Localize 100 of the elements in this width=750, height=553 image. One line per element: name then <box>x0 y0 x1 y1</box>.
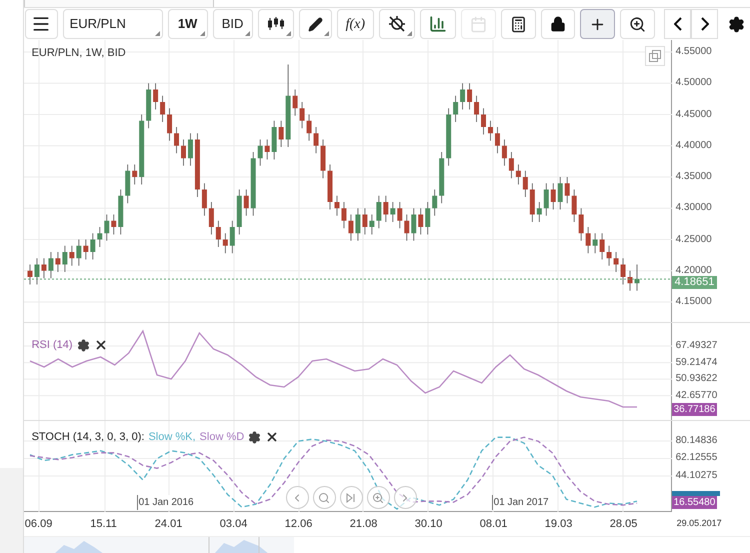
axis-label: 59.21474 <box>674 356 718 369</box>
candlestick <box>390 202 395 222</box>
candlestick <box>522 170 528 198</box>
tool-button[interactable] <box>620 9 655 39</box>
navigator-button[interactable] <box>312 486 336 509</box>
candlestick <box>76 239 81 266</box>
candlestick <box>166 108 172 142</box>
menu-corner-icon <box>407 31 412 36</box>
zoom-icon <box>629 16 646 32</box>
candlestick <box>592 232 598 254</box>
candlestick <box>82 239 88 260</box>
axis-label: 4.45000 <box>674 108 712 120</box>
axis-label: 4.20000 <box>674 264 712 277</box>
axis-label: 67.49327 <box>674 340 718 352</box>
candlestick <box>376 195 381 229</box>
candlestick <box>571 189 576 222</box>
candlestick <box>257 139 262 166</box>
candlestick <box>90 232 95 260</box>
calendar-icon <box>470 16 487 32</box>
close-icon[interactable] <box>265 430 280 444</box>
candlestick <box>578 208 584 242</box>
tool-button[interactable] <box>379 9 415 39</box>
close-icon[interactable] <box>94 338 108 352</box>
menu-corner-icon <box>324 31 329 36</box>
navigator-button[interactable] <box>340 486 363 509</box>
candlestick <box>222 232 228 254</box>
candlestick <box>341 202 346 229</box>
price-badge: 4.18651 <box>672 276 718 289</box>
legend-label: Slow %K, <box>148 430 196 445</box>
next-button[interactable] <box>691 9 718 39</box>
legend-label: Slow %D <box>200 430 244 445</box>
date-label: 24.01 <box>154 516 184 532</box>
tool-button[interactable] <box>420 9 456 39</box>
year-label: 01 Jan 2017 <box>492 495 549 510</box>
axis-label: 80.14836 <box>674 435 718 447</box>
candlestick <box>188 132 193 166</box>
tool-button[interactable] <box>258 9 294 39</box>
candlestick <box>494 126 500 154</box>
settings-icon[interactable] <box>76 338 90 352</box>
candlestick <box>508 152 514 179</box>
tool-button[interactable] <box>298 9 332 39</box>
chart-title: EUR/PLN, 1W, BID <box>32 46 126 61</box>
settings-icon[interactable] <box>248 430 262 444</box>
formula-button[interactable]: f(x) <box>336 9 374 39</box>
tool-button[interactable] <box>501 9 536 39</box>
bar-chart-icon <box>429 15 447 33</box>
axis-label: 50.93622 <box>674 373 718 386</box>
candlestick <box>348 214 354 242</box>
popout-button[interactable] <box>644 46 665 66</box>
date-label: 28.05 <box>608 516 638 532</box>
rsi-badge: 36.77186 <box>672 403 718 416</box>
candlestick <box>424 202 430 235</box>
year-label: 01 Jan 2016 <box>136 495 194 510</box>
chevron-left-icon <box>674 17 682 31</box>
candlestick <box>488 120 493 142</box>
candlestick <box>27 264 32 285</box>
candlestick <box>243 189 248 216</box>
navigator-button[interactable] <box>366 486 390 509</box>
candlestick <box>585 226 590 254</box>
stochastic-badge: 16.55480 <box>672 496 718 509</box>
date-label: 12.06 <box>284 516 314 532</box>
candlestick <box>54 252 60 272</box>
candlestick <box>474 95 479 122</box>
candlestick <box>550 182 556 210</box>
interval-select[interactable]: 1W <box>168 9 208 39</box>
candlestick <box>480 108 486 135</box>
candlestick <box>299 102 304 129</box>
lock-icon <box>550 16 566 32</box>
axis-label: 4.25000 <box>674 234 712 246</box>
date-label: 15.11 <box>89 516 118 532</box>
symbol-select[interactable]: EUR/PLN <box>62 9 163 39</box>
tool-button[interactable] <box>541 9 575 39</box>
candlestick <box>627 270 632 292</box>
pencil-icon <box>308 16 323 32</box>
candlestick <box>543 182 548 216</box>
candlestick <box>278 120 284 148</box>
previous-button[interactable] <box>664 9 691 39</box>
candlestick <box>410 208 416 242</box>
candlestick <box>215 220 220 248</box>
indicator-title: RSI (14) <box>32 338 73 353</box>
date-label: 21.08 <box>348 516 378 532</box>
date-label: 29.05.2017 <box>676 517 722 530</box>
target-icon <box>388 15 406 33</box>
navigator-icon <box>318 492 330 504</box>
menu-button[interactable] <box>24 9 58 39</box>
menu-corner-icon <box>286 31 291 36</box>
settings-icon <box>728 16 744 32</box>
candlestick <box>201 182 206 216</box>
calculator-icon <box>510 16 527 32</box>
candlestick <box>557 176 562 210</box>
axis-label: 4.35000 <box>674 171 712 183</box>
candlestick <box>620 258 626 285</box>
menu-corner-icon <box>200 31 205 36</box>
candlestick <box>515 164 520 185</box>
chevron-right-icon <box>700 17 708 31</box>
candlestick <box>160 95 165 122</box>
candlestick <box>110 214 116 235</box>
axis-label: 62.12555 <box>674 452 718 464</box>
price-type-select[interactable]: BID <box>212 9 253 39</box>
candlestick <box>460 82 465 110</box>
